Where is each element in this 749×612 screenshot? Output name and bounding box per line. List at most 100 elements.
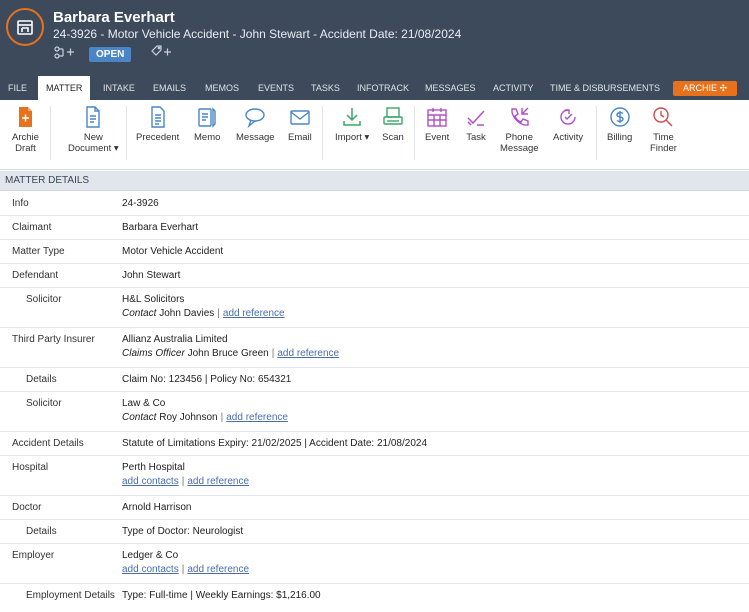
download-icon bbox=[343, 108, 361, 126]
tab-infotrack[interactable]: INFOTRACK bbox=[354, 80, 412, 100]
links-line: add contacts | add reference bbox=[122, 476, 250, 487]
detail-value: John Stewart bbox=[122, 270, 181, 281]
section-header-matter-details: MATTER DETAILS bbox=[0, 171, 749, 191]
scan-button[interactable]: Scan bbox=[382, 106, 404, 143]
add-contacts-link[interactable]: add contacts bbox=[122, 564, 179, 575]
detail-row-insurer-solicitor: Solicitor Law & Co Contact Roy Johnson | a… bbox=[0, 392, 749, 432]
detail-row-defendant: Defendant John Stewart bbox=[0, 264, 749, 288]
detail-label: Employer bbox=[12, 550, 55, 561]
email-icon bbox=[290, 110, 310, 125]
time-finder-button[interactable]: Time Finder bbox=[650, 106, 677, 154]
message-icon bbox=[245, 108, 265, 128]
email-button[interactable]: Email bbox=[288, 106, 312, 143]
detail-value: Arnold Harrison bbox=[122, 502, 192, 513]
detail-label: Info bbox=[12, 198, 29, 209]
client-name: Barbara Everhart bbox=[53, 9, 175, 26]
detail-label: Solicitor bbox=[26, 294, 62, 305]
phone-icon bbox=[511, 107, 529, 126]
detail-label: Matter Type bbox=[12, 246, 65, 257]
tab-matter[interactable]: MATTER bbox=[38, 76, 91, 100]
activity-button[interactable]: Activity bbox=[553, 106, 583, 143]
contact-line: Contact Roy Johnson | add reference bbox=[122, 412, 288, 423]
toolbar-divider bbox=[126, 106, 127, 160]
detail-value: Law & Co bbox=[122, 398, 166, 409]
detail-value: Statute of Limitations Expiry: 21/02/202… bbox=[122, 438, 428, 449]
detail-row-defendant-solicitor: Solicitor H&L Solicitors Contact John Da… bbox=[0, 288, 749, 328]
tab-intake[interactable]: INTAKE bbox=[100, 80, 138, 100]
archie-draft-icon bbox=[19, 107, 33, 127]
add-reference-link[interactable]: add reference bbox=[223, 308, 285, 319]
add-tag-icon[interactable] bbox=[150, 45, 172, 59]
detail-row-insurer-details: Details Claim No: 123456 | Policy No: 65… bbox=[0, 368, 749, 392]
detail-label: Details bbox=[26, 374, 57, 385]
detail-label: Hospital bbox=[12, 462, 49, 473]
search-time-icon bbox=[653, 107, 673, 127]
toolbar-divider bbox=[50, 106, 51, 160]
toolbar-divider bbox=[322, 106, 323, 160]
import-button[interactable]: Import ▾ bbox=[335, 106, 369, 143]
detail-value: H&L Solicitors bbox=[122, 294, 185, 305]
detail-label: Employment Details bbox=[26, 590, 115, 601]
phone-message-button[interactable]: Phone Message bbox=[500, 106, 539, 154]
toolbar-divider bbox=[596, 106, 597, 160]
detail-label: Third Party Insurer bbox=[12, 334, 95, 345]
tab-bar: FILE MATTER INTAKE EMAILS MEMOS EVENTS T… bbox=[0, 76, 749, 100]
memo-icon bbox=[198, 107, 216, 128]
tab-messages[interactable]: MESSAGES bbox=[422, 80, 479, 100]
tab-file[interactable]: FILE bbox=[5, 80, 30, 100]
add-reference-link[interactable]: add reference bbox=[277, 348, 339, 359]
detail-row-accident-details: Accident Details Statute of Limitations … bbox=[0, 432, 749, 456]
task-check-icon bbox=[467, 110, 485, 126]
detail-value: 24-3926 bbox=[122, 198, 159, 209]
add-reference-link[interactable]: add reference bbox=[226, 412, 288, 423]
tab-time-disbursements[interactable]: TIME & DISBURSEMENTS bbox=[547, 80, 663, 100]
detail-label: Details bbox=[26, 526, 57, 537]
detail-label: Doctor bbox=[12, 502, 42, 513]
toolbar: Archie Draft New Document ▾ Precedent Me… bbox=[0, 100, 749, 170]
detail-label: Accident Details bbox=[12, 438, 84, 449]
detail-value: Perth Hospital bbox=[122, 462, 185, 473]
detail-label: Defendant bbox=[12, 270, 59, 281]
archie-draft-button[interactable]: Archie Draft bbox=[12, 106, 39, 154]
message-button[interactable]: Message bbox=[236, 106, 275, 143]
detail-value: Claim No: 123456 | Policy No: 654321 bbox=[122, 374, 292, 385]
tab-activity[interactable]: ACTIVITY bbox=[490, 80, 537, 100]
add-contacts-link[interactable]: add contacts bbox=[122, 476, 179, 487]
add-reference-link[interactable]: add reference bbox=[187, 476, 249, 487]
matter-avatar[interactable] bbox=[6, 8, 44, 46]
status-badge: OPEN bbox=[89, 47, 132, 62]
detail-row-doctor-details: Details Type of Doctor: Neurologist bbox=[0, 520, 749, 544]
scan-icon bbox=[383, 107, 403, 125]
detail-row-hospital: Hospital Perth Hospital add contacts | add… bbox=[0, 456, 749, 496]
memo-button[interactable]: Memo bbox=[194, 106, 220, 143]
matter-summary: 24-3926 - Motor Vehicle Accident - John … bbox=[53, 27, 462, 41]
billing-button[interactable]: Billing bbox=[607, 106, 632, 143]
detail-row-doctor: Doctor Arnold Harrison bbox=[0, 496, 749, 520]
detail-row-third-party-insurer: Third Party Insurer Allianz Australia Li… bbox=[0, 328, 749, 368]
tab-events[interactable]: EVENTS bbox=[255, 80, 297, 100]
add-relationship-icon[interactable] bbox=[53, 45, 75, 59]
activity-icon bbox=[560, 109, 576, 125]
detail-row-matter-type: Matter Type Motor Vehicle Accident bbox=[0, 240, 749, 264]
detail-value: Motor Vehicle Accident bbox=[122, 246, 224, 257]
task-button[interactable]: Task bbox=[465, 106, 487, 143]
tab-tasks[interactable]: TASKS bbox=[308, 80, 343, 100]
contact-line: Claims Officer John Bruce Green | add refe… bbox=[122, 348, 340, 359]
precedent-icon bbox=[150, 106, 165, 128]
detail-row-claimant: Claimant Barbara Everhart bbox=[0, 216, 749, 240]
detail-row-info: Info 24-3926 bbox=[0, 192, 749, 216]
dollar-icon bbox=[609, 107, 630, 127]
add-reference-link[interactable]: add reference bbox=[187, 564, 249, 575]
detail-value: Barbara Everhart bbox=[122, 222, 199, 233]
tab-memos[interactable]: MEMOS bbox=[202, 80, 242, 100]
matter-header: Barbara Everhart 24-3926 - Motor Vehicle… bbox=[0, 0, 749, 76]
archie-button[interactable]: ARCHIE ✣ bbox=[673, 81, 737, 96]
detail-value: Allianz Australia Limited bbox=[122, 334, 228, 345]
detail-value: Ledger & Co bbox=[122, 550, 179, 561]
precedent-button[interactable]: Precedent bbox=[136, 106, 179, 143]
tab-emails[interactable]: EMAILS bbox=[150, 80, 189, 100]
contact-line: Contact John Davies | add reference bbox=[122, 308, 285, 319]
folder-icon bbox=[17, 20, 33, 35]
new-document-button[interactable]: New Document ▾ bbox=[68, 106, 119, 154]
event-button[interactable]: Event bbox=[425, 106, 449, 143]
